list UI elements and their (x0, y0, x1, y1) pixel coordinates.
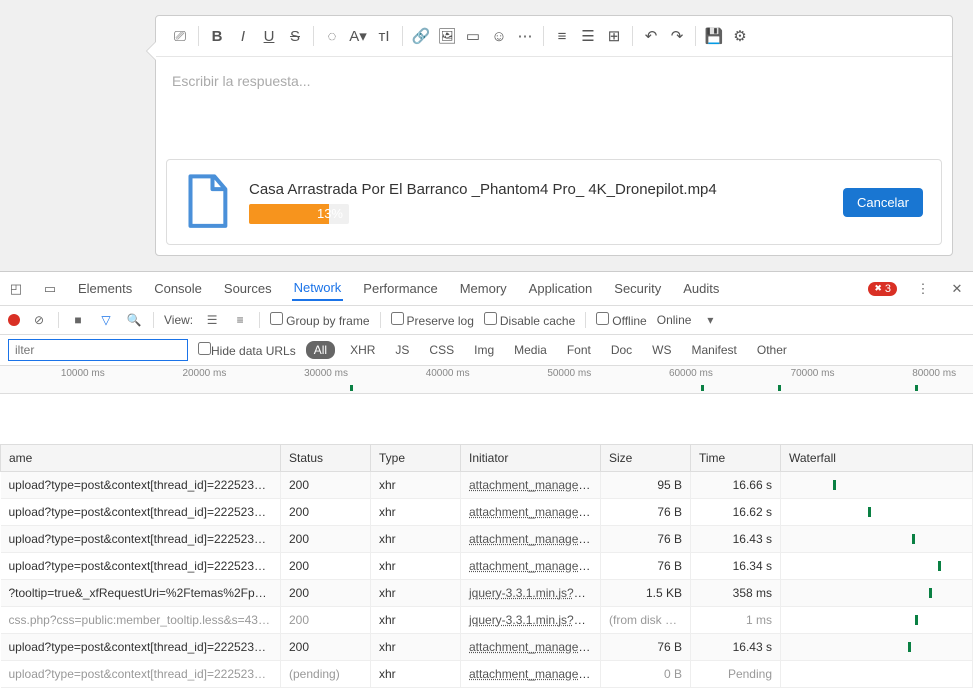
image-icon[interactable]: 🖼 (435, 24, 459, 48)
error-badge[interactable]: 3 (868, 282, 897, 296)
gear-icon[interactable]: ⚙ (728, 24, 752, 48)
tab-sources[interactable]: Sources (222, 277, 274, 300)
kebab-icon[interactable]: ⋮ (915, 281, 931, 297)
col-name[interactable]: ame (1, 445, 281, 472)
table-row[interactable]: upload?type=post&context[thread_id]=2225… (1, 661, 973, 688)
tab-performance[interactable]: Performance (361, 277, 439, 300)
font-size-icon[interactable]: тI (372, 24, 396, 48)
tab-audits[interactable]: Audits (681, 277, 721, 300)
link-icon[interactable]: 🔗 (409, 24, 433, 48)
record-icon[interactable] (8, 314, 20, 326)
table-row[interactable]: upload?type=post&context[thread_id]=2225… (1, 526, 973, 553)
disable-cache-checkbox[interactable]: Disable cache (484, 312, 575, 328)
editor-textarea[interactable]: Escribir la respuesta... (156, 57, 952, 149)
more-icon[interactable]: ⋯ (513, 24, 537, 48)
list-icon[interactable]: ☰ (576, 24, 600, 48)
upload-progress: 13% (249, 204, 349, 224)
video-icon[interactable]: ▭ (461, 24, 485, 48)
tab-security[interactable]: Security (612, 277, 663, 300)
table-row[interactable]: ?tooltip=true&_xfRequestUri=%2Ftemas%2Fp… (1, 580, 973, 607)
attachment-filename: Casa Arrastrada Por El Barranco _Phantom… (249, 181, 823, 198)
col-type[interactable]: Type (371, 445, 461, 472)
network-table: ame Status Type Initiator Size Time Wate… (0, 444, 973, 688)
table-row[interactable]: upload?type=post&context[thread_id]=2225… (1, 472, 973, 499)
chevron-down-icon[interactable]: ▾ (701, 311, 719, 329)
drop-icon[interactable]: ◌ (320, 24, 344, 48)
filter-chip-xhr[interactable]: XHR (345, 341, 380, 359)
speech-arrow (146, 41, 156, 61)
filter-chip-css[interactable]: CSS (424, 341, 459, 359)
italic-icon[interactable]: I (231, 24, 255, 48)
filter-chip-manifest[interactable]: Manifest (687, 341, 742, 359)
reply-editor: ⎚ B I U S ◌ A▾ тI 🔗 🖼 ▭ ☺ ⋯ ≡ ☰ ⊞ ↶ ↷ 💾 … (155, 15, 953, 256)
strike-icon[interactable]: S (283, 24, 307, 48)
table-icon[interactable]: ⊞ (602, 24, 626, 48)
tab-application[interactable]: Application (527, 277, 595, 300)
eraser-icon[interactable]: ⎚ (168, 24, 192, 48)
attachment-upload: Casa Arrastrada Por El Barranco _Phantom… (166, 159, 942, 245)
overview-icon[interactable]: ≡ (231, 311, 249, 329)
camera-icon[interactable]: ■ (69, 311, 87, 329)
filter-bar: Hide data URLs All XHR JS CSS Img Media Font Do… (0, 335, 973, 366)
tab-elements[interactable]: Elements (76, 277, 134, 300)
table-row[interactable]: upload?type=post&context[thread_id]=2225… (1, 634, 973, 661)
devtools-tabs: ◰ ▭ Elements Console Sources Network Perform… (0, 272, 973, 306)
table-row[interactable]: css.php?css=public:member_tooltip.less&s… (1, 607, 973, 634)
filter-icon[interactable]: ▽ (97, 311, 115, 329)
inspect-icon[interactable]: ◰ (8, 281, 24, 297)
tab-network[interactable]: Network (292, 276, 344, 301)
filter-input[interactable] (8, 339, 188, 361)
clear-icon[interactable]: ⊘ (30, 311, 48, 329)
preserve-log-checkbox[interactable]: Preserve log (391, 312, 474, 328)
filter-chip-font[interactable]: Font (562, 341, 596, 359)
device-icon[interactable]: ▭ (42, 281, 58, 297)
search-icon[interactable]: 🔍 (125, 311, 143, 329)
large-rows-icon[interactable]: ☰ (203, 311, 221, 329)
table-row[interactable]: upload?type=post&context[thread_id]=2225… (1, 499, 973, 526)
underline-icon[interactable]: U (257, 24, 281, 48)
col-size[interactable]: Size (601, 445, 691, 472)
emoji-icon[interactable]: ☺ (487, 24, 511, 48)
file-icon (185, 174, 229, 230)
progress-percent: 13% (317, 206, 343, 221)
col-status[interactable]: Status (281, 445, 371, 472)
timeline-overview[interactable]: 10000 ms20000 ms30000 ms40000 ms50000 ms… (0, 366, 973, 394)
view-label: View: (164, 313, 193, 327)
filter-chip-all[interactable]: All (306, 341, 335, 359)
tab-memory[interactable]: Memory (458, 277, 509, 300)
editor-toolbar: ⎚ B I U S ◌ A▾ тI 🔗 🖼 ▭ ☺ ⋯ ≡ ☰ ⊞ ↶ ↷ 💾 … (156, 16, 952, 57)
undo-icon[interactable]: ↶ (639, 24, 663, 48)
network-toolbar: ⊘ ■ ▽ 🔍 View: ☰ ≡ Group by frame Preserv… (0, 306, 973, 335)
align-icon[interactable]: ≡ (550, 24, 574, 48)
filter-chip-ws[interactable]: WS (647, 341, 676, 359)
throttle-select[interactable]: Online (657, 313, 692, 327)
filter-chip-doc[interactable]: Doc (606, 341, 637, 359)
filter-chip-other[interactable]: Other (752, 341, 792, 359)
filter-chip-media[interactable]: Media (509, 341, 552, 359)
hide-data-urls-checkbox[interactable]: Hide data URLs (198, 342, 296, 358)
filter-chip-js[interactable]: JS (390, 341, 414, 359)
devtools-panel: ◰ ▭ Elements Console Sources Network Perform… (0, 271, 973, 688)
close-icon[interactable]: ✕ (949, 281, 965, 297)
col-waterfall[interactable]: Waterfall (781, 445, 973, 472)
font-family-icon[interactable]: A▾ (346, 24, 370, 48)
filter-chip-img[interactable]: Img (469, 341, 499, 359)
col-initiator[interactable]: Initiator (461, 445, 601, 472)
offline-checkbox[interactable]: Offline (596, 312, 646, 328)
save-icon[interactable]: 💾 (702, 24, 726, 48)
cancel-button[interactable]: Cancelar (843, 188, 923, 217)
redo-icon[interactable]: ↷ (665, 24, 689, 48)
group-by-frame-checkbox[interactable]: Group by frame (270, 312, 369, 328)
tab-console[interactable]: Console (152, 277, 204, 300)
table-row[interactable]: upload?type=post&context[thread_id]=2225… (1, 553, 973, 580)
col-time[interactable]: Time (691, 445, 781, 472)
bold-icon[interactable]: B (205, 24, 229, 48)
